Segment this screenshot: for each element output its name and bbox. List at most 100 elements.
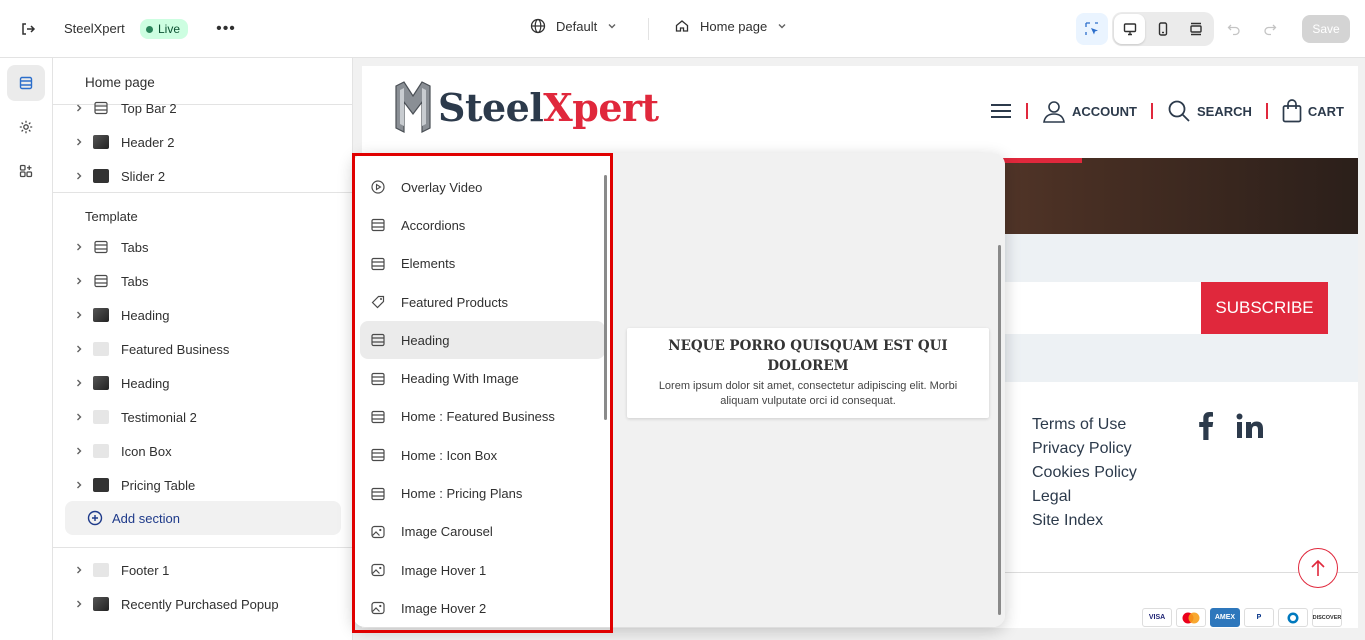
section-type-option[interactable]: Home : Icon Box xyxy=(360,436,605,474)
chevron-right-icon[interactable] xyxy=(69,137,89,147)
chevron-right-icon[interactable] xyxy=(69,565,89,575)
theme-selector[interactable]: Default xyxy=(530,18,617,34)
section-type-option-selected[interactable]: Heading xyxy=(360,321,605,360)
section-item[interactable]: Tabs xyxy=(65,232,341,262)
section-item[interactable]: Pricing Table xyxy=(65,470,341,500)
linkedin-icon[interactable] xyxy=(1236,413,1264,439)
undo-button[interactable] xyxy=(1224,19,1244,39)
section-type-option[interactable]: Image Hover 2 xyxy=(360,589,605,627)
section-item[interactable]: Tabs xyxy=(65,266,341,296)
image-icon xyxy=(369,525,387,539)
footer-link[interactable]: Privacy Policy xyxy=(1032,440,1137,458)
hamburger-menu-button[interactable] xyxy=(976,103,1026,119)
add-section-popover: Overlay Video Accordions Elements Featur… xyxy=(353,153,1005,627)
section-icon xyxy=(369,448,387,462)
section-icon xyxy=(369,372,387,386)
fullscreen-view-button[interactable] xyxy=(1181,14,1212,44)
paypal-icon: P xyxy=(1244,608,1274,627)
save-button[interactable]: Save xyxy=(1302,15,1350,43)
section-type-option[interactable]: Elements xyxy=(360,245,605,283)
inspector-toggle-button[interactable] xyxy=(1076,13,1108,45)
exit-icon[interactable] xyxy=(16,17,40,41)
mobile-icon xyxy=(1158,22,1168,36)
section-type-label: Accordions xyxy=(401,217,466,233)
redo-button[interactable] xyxy=(1260,19,1280,39)
redo-icon xyxy=(1264,24,1277,36)
subscribe-button[interactable]: SUBSCRIBE xyxy=(1201,282,1328,334)
preview-scrollbar[interactable] xyxy=(998,245,1001,615)
settings-nav-button[interactable] xyxy=(7,109,45,145)
page-selector[interactable]: Home page xyxy=(674,18,787,34)
chevron-right-icon[interactable] xyxy=(69,310,89,320)
arrow-up-icon xyxy=(1311,559,1325,576)
section-type-label: Image Carousel xyxy=(401,524,493,540)
section-thumbnail xyxy=(93,135,109,149)
section-type-option[interactable]: Accordions xyxy=(360,206,605,244)
section-thumbnail xyxy=(93,444,109,458)
footer-link[interactable]: Site Index xyxy=(1032,512,1137,530)
footer-link[interactable]: Cookies Policy xyxy=(1032,464,1137,482)
cart-link[interactable]: CART xyxy=(1268,99,1358,123)
chevron-right-icon[interactable] xyxy=(69,412,89,422)
cursor-select-icon xyxy=(1085,22,1098,35)
section-type-option[interactable]: Overlay Video xyxy=(360,168,605,206)
back-to-top-button[interactable] xyxy=(1298,548,1338,588)
sections-nav-button[interactable] xyxy=(7,65,45,101)
section-type-option[interactable]: Featured Products xyxy=(360,283,605,321)
footer-link[interactable]: Legal xyxy=(1032,488,1137,506)
account-link[interactable]: ACCOUNT xyxy=(1028,99,1151,123)
topbar-divider xyxy=(648,18,649,40)
chevron-right-icon[interactable] xyxy=(69,599,89,609)
chevron-right-icon[interactable] xyxy=(69,103,89,113)
live-dot-icon xyxy=(146,25,153,33)
mobile-view-button[interactable] xyxy=(1147,14,1178,44)
store-logo[interactable]: SteelXpert xyxy=(392,80,659,134)
chevron-right-icon[interactable] xyxy=(69,446,89,456)
chevron-right-icon[interactable] xyxy=(69,242,89,252)
section-type-list: Overlay Video Accordions Elements Featur… xyxy=(353,168,612,627)
section-thumbnail xyxy=(93,308,109,322)
section-type-option[interactable]: Image Hover 1 xyxy=(360,551,605,589)
section-thumbnail xyxy=(93,410,109,424)
section-item[interactable]: Testimonial 2 xyxy=(65,402,341,432)
section-item[interactable]: Recently Purchased Popup xyxy=(65,589,341,619)
chevron-right-icon[interactable] xyxy=(69,276,89,286)
section-type-option[interactable]: Heading With Image xyxy=(360,359,605,397)
section-type-option[interactable]: Home : Pricing Plans xyxy=(360,474,605,512)
search-link[interactable]: SEARCH xyxy=(1153,99,1266,123)
section-item[interactable]: Top Bar 2 xyxy=(65,93,341,123)
section-item[interactable]: Footer 1 xyxy=(65,555,341,585)
chevron-right-icon[interactable] xyxy=(69,344,89,354)
image-icon xyxy=(369,601,387,615)
section-label: Heading xyxy=(121,307,170,323)
desktop-view-button[interactable] xyxy=(1114,14,1146,44)
chevron-right-icon[interactable] xyxy=(69,378,89,388)
section-type-option[interactable]: Home : Featured Business xyxy=(360,398,605,436)
home-icon xyxy=(675,20,689,32)
list-scrollbar[interactable] xyxy=(604,175,607,420)
sidebar-title: Home page xyxy=(85,75,155,90)
section-item[interactable]: Featured Business xyxy=(65,334,341,364)
chevron-right-icon[interactable] xyxy=(69,480,89,490)
facebook-icon[interactable] xyxy=(1198,412,1214,440)
chevron-right-icon[interactable] xyxy=(69,171,89,181)
footer-link[interactable]: Terms of Use xyxy=(1032,416,1137,434)
newsletter-email-input[interactable] xyxy=(982,282,1202,334)
apps-nav-button[interactable] xyxy=(7,153,45,189)
theme-label: Default xyxy=(556,18,598,34)
store-header: SteelXpert ACCOUNT SEARCH CART xyxy=(362,66,1358,158)
chevron-down-icon xyxy=(778,24,786,29)
section-type-option[interactable]: Image Carousel xyxy=(360,513,605,551)
hamburger-icon xyxy=(990,104,1011,118)
add-section-button[interactable]: Add section xyxy=(65,501,341,535)
brand-xpert: Xpert xyxy=(543,84,659,130)
section-thumbnail xyxy=(93,597,109,611)
add-section-label: Add section xyxy=(112,510,180,526)
more-actions-button[interactable]: ••• xyxy=(214,17,238,41)
section-item[interactable]: Icon Box xyxy=(65,436,341,466)
section-item[interactable]: Heading xyxy=(65,300,341,330)
section-item[interactable]: Header 2 xyxy=(65,127,341,157)
section-item[interactable]: Slider 2 xyxy=(65,161,341,191)
apps-icon xyxy=(19,164,33,178)
section-item[interactable]: Heading xyxy=(65,368,341,398)
